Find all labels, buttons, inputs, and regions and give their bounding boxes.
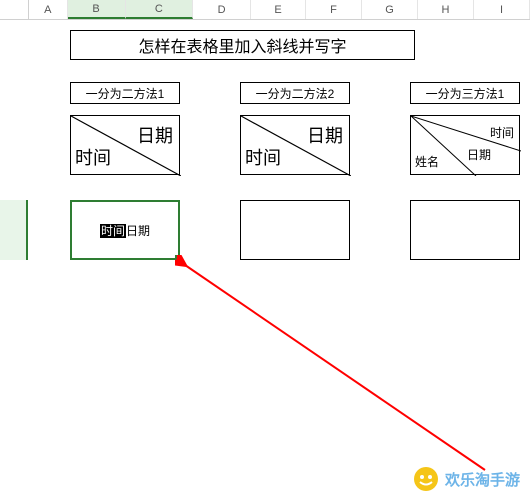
col-header-a[interactable]: A [29,0,68,19]
method-label-3[interactable]: 一分为三方法1 [410,82,520,104]
title-cell[interactable]: 怎样在表格里加入斜线并写字 [70,30,415,60]
method-1-text: 一分为二方法1 [86,85,165,102]
rest-text: 日期 [126,224,150,238]
diag3-bottom-text: 姓名 [415,153,439,170]
col-header-c[interactable]: C [126,0,194,19]
col-header-e[interactable]: E [251,0,306,19]
method-3-text: 一分为三方法1 [426,85,505,102]
spreadsheet-grid: A B C D E F G H I 怎样在表格里加入斜线并写字 一分为二方法1 … [0,0,530,500]
row-header-selected[interactable] [0,200,28,260]
col-header-f[interactable]: F [306,0,362,19]
col-header-h[interactable]: H [418,0,474,19]
column-headers: A B C D E F G H I [0,0,530,20]
method-2-text: 一分为二方法2 [256,85,335,102]
diag3-mid-text: 日期 [467,146,491,163]
col-header-b[interactable]: B [68,0,126,19]
annotation-arrow-icon [175,255,505,485]
diag3-top-text: 时间 [490,124,514,141]
select-all-corner[interactable] [0,0,29,19]
diag1-bottom-text: 时间 [75,144,111,170]
col-header-i[interactable]: I [474,0,530,19]
diagonal-cell-2[interactable]: 日期 时间 [240,115,350,175]
watermark-text: 欢乐淘手游 [445,469,520,490]
watermark-logo-icon [413,466,439,492]
empty-cell-3[interactable] [410,200,520,260]
diag2-bottom-text: 时间 [245,144,281,170]
fill-handle[interactable] [175,255,181,261]
method-label-2[interactable]: 一分为二方法2 [240,82,350,104]
watermark: 欢乐淘手游 [413,466,520,492]
method-label-1[interactable]: 一分为二方法1 [70,82,180,104]
diag1-top-text: 日期 [137,122,173,148]
active-editing-cell[interactable]: 时间日期 [70,200,180,260]
col-header-d[interactable]: D [193,0,251,19]
selected-text: 时间 [100,224,126,238]
empty-cell-2[interactable] [240,200,350,260]
col-header-g[interactable]: G [362,0,418,19]
title-text: 怎样在表格里加入斜线并写字 [138,33,346,57]
editing-text: 时间日期 [100,222,150,239]
diag2-top-text: 日期 [307,122,343,148]
diagonal-cell-3[interactable]: 时间 日期 姓名 [410,115,520,175]
diagonal-cell-1[interactable]: 日期 时间 [70,115,180,175]
